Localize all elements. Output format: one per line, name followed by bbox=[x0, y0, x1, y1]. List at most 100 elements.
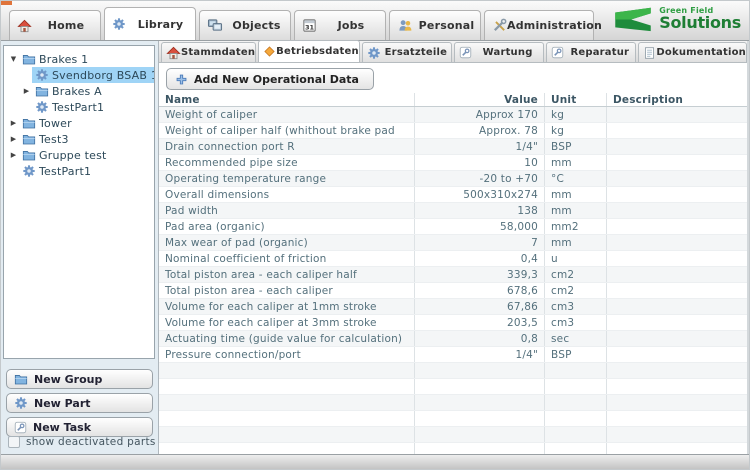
nav-tab-personal[interactable]: Personal bbox=[389, 10, 481, 40]
tab-dokumentation[interactable]: Dokumentation bbox=[638, 42, 747, 62]
new-task-button[interactable]: New Task bbox=[6, 417, 153, 437]
cell-description bbox=[607, 171, 747, 186]
column-header-value[interactable]: Value bbox=[415, 93, 545, 106]
tree-item-content: Tower bbox=[19, 115, 75, 131]
tab-wartung[interactable]: Wartung bbox=[454, 42, 544, 62]
plus-icon bbox=[175, 73, 188, 86]
cell-value: 10 bbox=[415, 155, 545, 170]
table-row[interactable]: Total piston area - each caliper678,6cm2 bbox=[159, 283, 747, 299]
expander-right-icon[interactable]: ▶ bbox=[8, 135, 19, 143]
taskbox-icon bbox=[551, 46, 564, 59]
cell-value: 58,000 bbox=[415, 219, 545, 234]
part-gear-icon bbox=[22, 164, 36, 178]
show-deactivated-parts-checkbox[interactable] bbox=[8, 436, 20, 448]
button-label: New Group bbox=[34, 373, 102, 386]
toolbar: Add New Operational Data bbox=[159, 63, 747, 93]
table-row[interactable]: Overall dimensions500x310x274mm bbox=[159, 187, 747, 203]
cell-name: Pad area (organic) bbox=[159, 219, 415, 234]
tab-reparatur[interactable]: Reparatur bbox=[546, 42, 636, 62]
tree-item-label: Svendborg BSAB 120 bbox=[52, 69, 155, 82]
cell-value: 1/4" bbox=[415, 139, 545, 154]
cell-value: 203,5 bbox=[415, 315, 545, 330]
tab-label: Betriebsdaten bbox=[276, 46, 359, 57]
table-row[interactable]: Volume for each caliper at 1mm stroke67,… bbox=[159, 299, 747, 315]
add-operational-data-button[interactable]: Add New Operational Data bbox=[166, 68, 374, 90]
empty-table-row bbox=[159, 443, 747, 454]
main-content: Stammdaten BetriebsdatenErsatzteile Wartun… bbox=[159, 41, 749, 454]
new-part-button[interactable]: New Part bbox=[6, 393, 153, 413]
nav-tab-objects[interactable]: Objects bbox=[199, 10, 291, 40]
cell-value: 7 bbox=[415, 235, 545, 250]
tab-ersatzteile[interactable]: Ersatzteile bbox=[362, 42, 452, 62]
table-row[interactable]: Recommended pipe size10mm bbox=[159, 155, 747, 171]
cell-name: Total piston area - each caliper half bbox=[159, 267, 415, 282]
nav-tab-home[interactable]: Home bbox=[9, 10, 101, 40]
table-row[interactable]: Max wear of pad (organic)7mm bbox=[159, 235, 747, 251]
empty-cell bbox=[415, 395, 545, 410]
tab-label: Wartung bbox=[472, 47, 543, 58]
house-icon bbox=[17, 19, 32, 33]
empty-table-row bbox=[159, 379, 747, 395]
table-row[interactable]: Volume for each caliper at 3mm stroke203… bbox=[159, 315, 747, 331]
tab-betriebsdaten[interactable]: Betriebsdaten bbox=[258, 40, 360, 62]
table-row[interactable]: Drain connection port R1/4"BSP bbox=[159, 139, 747, 155]
column-header-unit[interactable]: Unit bbox=[545, 93, 607, 106]
detail-tabstrip: Stammdaten BetriebsdatenErsatzteile Wartun… bbox=[159, 41, 747, 63]
cell-description bbox=[607, 331, 747, 346]
folder-icon bbox=[35, 85, 49, 98]
table-row[interactable]: Operating temperature range-20 to +70°C bbox=[159, 171, 747, 187]
cell-value: 1/4" bbox=[415, 347, 545, 362]
taskbox-icon bbox=[459, 46, 472, 59]
tree-item-tower[interactable]: ▶ Tower bbox=[4, 115, 154, 131]
nav-tab-administration[interactable]: Administration bbox=[484, 10, 594, 40]
expander-right-icon[interactable]: ▶ bbox=[21, 87, 32, 95]
tree-item-test3[interactable]: ▶Test3 bbox=[4, 131, 154, 147]
tree-item-label: Brakes 1 bbox=[39, 53, 88, 66]
tab-label: Reparatur bbox=[564, 47, 635, 58]
cell-name: Weight of caliper bbox=[159, 107, 415, 122]
tree-item-label: Tower bbox=[39, 117, 72, 130]
tree-item-content: Svendborg BSAB 120 bbox=[32, 67, 155, 83]
nav-tab-label: Jobs bbox=[317, 19, 385, 32]
empty-cell bbox=[607, 411, 747, 426]
empty-cell bbox=[159, 395, 415, 410]
column-header-name[interactable]: Name bbox=[159, 93, 415, 106]
tree-item-label: Brakes A bbox=[52, 85, 102, 98]
tree-item-testpart1[interactable]: TestPart1 bbox=[4, 163, 154, 179]
empty-cell bbox=[545, 379, 607, 394]
folder-icon bbox=[14, 373, 28, 386]
table-row[interactable]: Pad area (organic)58,000mm2 bbox=[159, 219, 747, 235]
tree-item-testpart1[interactable]: TestPart1 bbox=[4, 99, 154, 115]
cell-description bbox=[607, 235, 747, 250]
tree-item-svendborg-bsab-120[interactable]: Svendborg BSAB 120 bbox=[4, 67, 154, 83]
gear-icon bbox=[112, 17, 126, 31]
table-row[interactable]: Pressure connection/port1/4"BSP bbox=[159, 347, 747, 363]
table-header-row: NameValueUnitDescription bbox=[159, 93, 747, 107]
table-row[interactable]: Actuating time (guide value for calculat… bbox=[159, 331, 747, 347]
tab-stammdaten[interactable]: Stammdaten bbox=[161, 42, 256, 62]
nav-tab-library[interactable]: Library bbox=[104, 7, 196, 40]
tree-item-brakes-a[interactable]: ▶ Brakes A bbox=[4, 83, 154, 99]
operational-data-table: NameValueUnitDescriptionWeight of calipe… bbox=[159, 93, 747, 454]
table-row[interactable]: Total piston area - each caliper half339… bbox=[159, 267, 747, 283]
status-bar bbox=[1, 454, 749, 469]
expander-down-icon[interactable]: ▼ bbox=[8, 55, 19, 63]
cell-unit: BSP bbox=[545, 139, 607, 154]
nav-tab-label: Objects bbox=[223, 19, 290, 32]
tree-item-brakes-1[interactable]: ▼ Brakes 1 bbox=[4, 51, 154, 67]
table-row[interactable]: Weight of caliperApprox 170kg bbox=[159, 107, 747, 123]
cell-value: Approx. 78 bbox=[415, 123, 545, 138]
table-row[interactable]: Weight of caliper half (whithout brake p… bbox=[159, 123, 747, 139]
expander-right-icon[interactable]: ▶ bbox=[8, 119, 19, 127]
empty-cell bbox=[159, 443, 415, 454]
tree-item-gruppe-test[interactable]: ▶Gruppe test bbox=[4, 147, 154, 163]
empty-cell bbox=[545, 395, 607, 410]
column-header-description[interactable]: Description bbox=[607, 93, 747, 106]
table-row[interactable]: Pad width138mm bbox=[159, 203, 747, 219]
new-group-button[interactable]: New Group bbox=[6, 369, 153, 389]
cell-unit: cm3 bbox=[545, 315, 607, 330]
expander-right-icon[interactable]: ▶ bbox=[8, 151, 19, 159]
cell-unit: mm bbox=[545, 235, 607, 250]
table-row[interactable]: Nominal coefficient of friction0,4u bbox=[159, 251, 747, 267]
nav-tab-jobs[interactable]: 31Jobs bbox=[294, 10, 386, 40]
